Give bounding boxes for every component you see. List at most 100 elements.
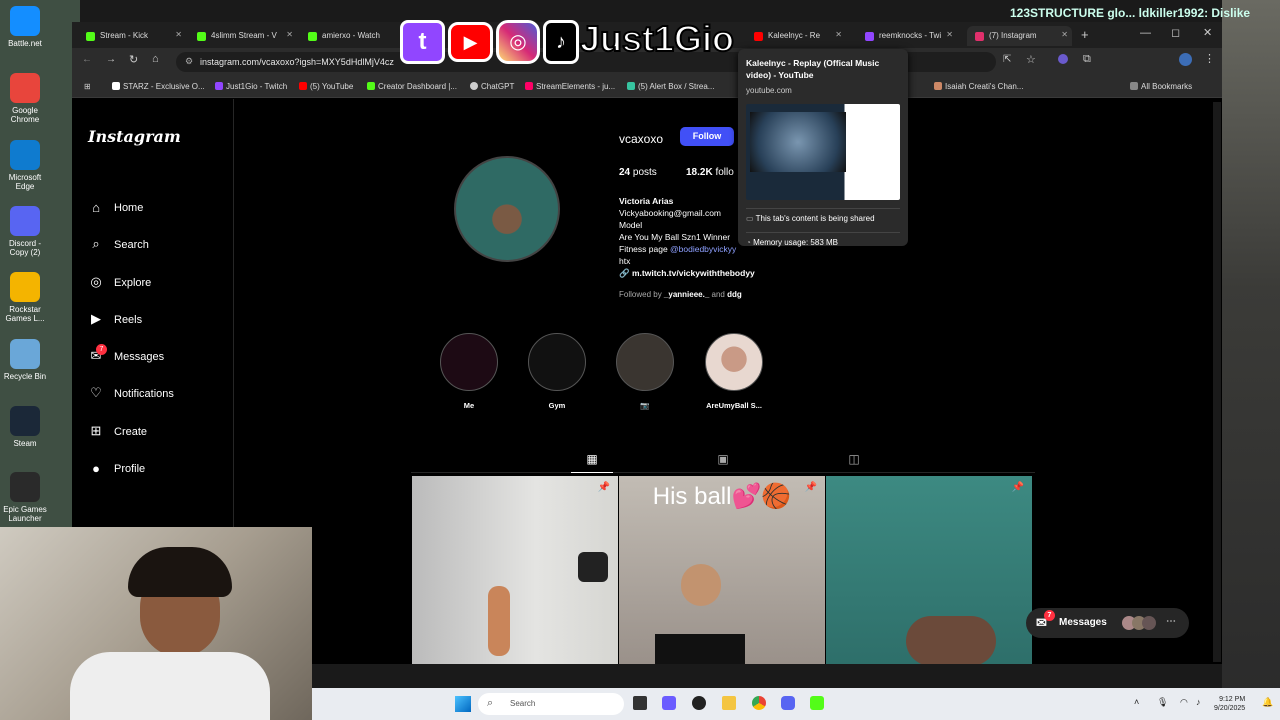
tab-kick-2[interactable]: 4slimm Stream - V ✕ bbox=[189, 26, 297, 46]
all-bookmarks[interactable]: All Bookmarks bbox=[1130, 82, 1192, 91]
cast-icon[interactable]: ⇱ bbox=[1003, 54, 1011, 65]
desktop-icon[interactable]: Battle.net bbox=[0, 6, 50, 48]
mic-icon[interactable]: 🎙 bbox=[1157, 697, 1168, 708]
youtube-icon: ▶ bbox=[448, 22, 493, 62]
pin-icon: 📌 bbox=[597, 482, 610, 493]
tab-kick-1[interactable]: Stream - Kick ✕ bbox=[78, 26, 186, 46]
maximize-button[interactable]: ◻ bbox=[1171, 26, 1180, 39]
desktop-icon[interactable]: Epic Games Launcher bbox=[0, 472, 50, 523]
tab-youtube[interactable]: Kaleelnyc - Re ✕ bbox=[746, 26, 846, 46]
desktop-icon[interactable]: Discord - Copy (2) bbox=[0, 206, 50, 257]
profile-avatar-large[interactable] bbox=[454, 156, 560, 262]
chrome-icon[interactable] bbox=[752, 696, 766, 710]
fitness-link[interactable]: @bodiedbyvickyy bbox=[670, 244, 736, 254]
app-icon bbox=[10, 472, 40, 502]
close-icon[interactable]: ✕ bbox=[946, 30, 953, 39]
post-caption: His ball💕🏀 bbox=[652, 483, 792, 510]
apps-icon[interactable]: ⊞ bbox=[84, 82, 91, 91]
close-window-button[interactable]: ✕ bbox=[1203, 26, 1212, 39]
nav-messages[interactable]: ✉ 7 Messages bbox=[86, 344, 226, 372]
nav-home[interactable]: ⌂ Home bbox=[86, 195, 226, 223]
close-icon[interactable]: ✕ bbox=[835, 30, 842, 39]
bookmark-item[interactable]: STARZ - Exclusive O... bbox=[112, 82, 205, 91]
extension-icon[interactable] bbox=[1058, 54, 1068, 64]
tab-instagram[interactable]: (7) Instagram ✕ bbox=[967, 26, 1072, 46]
star-icon[interactable]: ☆ bbox=[1026, 53, 1036, 66]
bookmark-item[interactable]: Just1Gio - Twitch bbox=[215, 82, 287, 91]
hover-card-preview bbox=[746, 104, 900, 200]
wifi-icon[interactable]: ◠ bbox=[1180, 697, 1188, 708]
close-icon[interactable]: ✕ bbox=[175, 30, 182, 39]
followers-count[interactable]: 18.2K follo bbox=[686, 167, 734, 178]
discord-icon[interactable] bbox=[781, 696, 795, 710]
more-icon[interactable]: ⋯ bbox=[1166, 616, 1176, 627]
scrollbar[interactable] bbox=[1213, 102, 1221, 662]
highlight-areumyball[interactable]: AreUmyBall S... bbox=[702, 333, 766, 410]
post-2[interactable]: His ball💕🏀 📌 bbox=[619, 476, 825, 664]
nav-reels[interactable]: ▶ Reels bbox=[86, 307, 226, 335]
volume-icon[interactable]: ♪ bbox=[1196, 697, 1201, 707]
bookmark-item[interactable]: (5) YouTube bbox=[299, 82, 353, 91]
nav-explore[interactable]: ◎ Explore bbox=[86, 270, 226, 298]
reels-tab-icon[interactable]: ▣ bbox=[716, 452, 730, 466]
bookmark-item[interactable]: Creator Dashboard |... bbox=[367, 82, 457, 91]
task-view-icon[interactable] bbox=[633, 696, 647, 710]
highlight-camera[interactable]: 📷 bbox=[615, 333, 675, 410]
notification-bell-icon[interactable]: 🔔 bbox=[1262, 697, 1273, 708]
tab-title: reemknocks - Twi bbox=[879, 31, 942, 40]
channel-name: Just1Gio bbox=[579, 17, 735, 60]
tagged-icon[interactable]: ◫ bbox=[847, 452, 861, 466]
nav-profile[interactable]: ● Profile bbox=[86, 456, 226, 484]
close-icon[interactable]: ✕ bbox=[1061, 30, 1068, 39]
taskbar-search[interactable]: ⌕ Search bbox=[478, 693, 624, 715]
post-3[interactable]: 📌 bbox=[826, 476, 1032, 664]
desktop-icon[interactable]: Rockstar Games L... bbox=[0, 272, 50, 323]
explore-icon: ◎ bbox=[90, 274, 102, 289]
followed-by[interactable]: Followed by _yannieee._ and ddg bbox=[619, 289, 755, 301]
desktop-icon[interactable]: Recycle Bin bbox=[0, 339, 50, 381]
home-icon[interactable]: ⌂ bbox=[152, 53, 159, 65]
menu-icon[interactable]: ⋮ bbox=[1204, 52, 1215, 65]
taskbar-clock[interactable]: 9:12 PM 9/20/2025 bbox=[1214, 695, 1245, 713]
nav-create[interactable]: ⊞ Create bbox=[86, 419, 226, 447]
instagram-logo[interactable]: Instagram bbox=[88, 127, 181, 146]
kick-icon[interactable] bbox=[810, 696, 824, 710]
profile-avatar[interactable] bbox=[1179, 53, 1192, 66]
follow-button[interactable]: Follow bbox=[680, 127, 734, 146]
messages-floating-button[interactable]: ✉ 7 Messages ⋯ bbox=[1026, 608, 1189, 638]
desktop-icon[interactable]: Microsoft Edge bbox=[0, 140, 50, 191]
minimize-button[interactable]: — bbox=[1140, 27, 1151, 39]
obs-icon[interactable] bbox=[692, 696, 706, 710]
new-tab-button[interactable]: + bbox=[1081, 27, 1089, 42]
bio-line: Model bbox=[619, 220, 643, 230]
post-1[interactable]: 📌 bbox=[412, 476, 618, 664]
tab-twitch[interactable]: reemknocks - Twi ✕ bbox=[857, 26, 957, 46]
highlight-gym[interactable]: Gym bbox=[527, 333, 587, 410]
site-info-icon[interactable]: ⚙ bbox=[185, 56, 193, 67]
post-figure bbox=[488, 586, 510, 656]
back-icon[interactable]: ← bbox=[82, 54, 92, 65]
desktop-icon[interactable]: Google Chrome bbox=[0, 73, 50, 124]
start-icon[interactable] bbox=[455, 696, 471, 712]
forward-icon[interactable]: → bbox=[106, 54, 116, 65]
nav-search[interactable]: ⌕ Search bbox=[86, 232, 226, 260]
bio-location: htx bbox=[619, 256, 631, 266]
reload-icon[interactable]: ↻ bbox=[129, 53, 138, 66]
bookmark-item[interactable]: StreamElements - ju... bbox=[525, 82, 615, 91]
close-icon[interactable]: ✕ bbox=[286, 30, 293, 39]
copilot-icon[interactable] bbox=[662, 696, 676, 710]
bookmark-item[interactable]: Isaiah Creati's Chan... bbox=[934, 82, 1023, 91]
puzzle-icon[interactable]: ⧉ bbox=[1083, 53, 1091, 66]
tab-kick-3[interactable]: amierxo - Watch bbox=[300, 26, 390, 46]
nav-notifications[interactable]: ♡ Notifications bbox=[86, 381, 226, 409]
bookmark-item[interactable]: ChatGPT bbox=[470, 82, 514, 91]
highlight-me[interactable]: Me bbox=[439, 333, 499, 410]
grid-icon[interactable]: ▦ bbox=[585, 452, 599, 466]
tray-chevron-icon[interactable]: ˄ bbox=[1134, 697, 1139, 707]
bookmark-item[interactable]: (5) Alert Box / Strea... bbox=[627, 82, 714, 91]
bio-line: Are You My Ball Szn1 Winner bbox=[619, 232, 731, 242]
post-shirt bbox=[655, 634, 745, 664]
file-explorer-icon[interactable] bbox=[722, 696, 736, 710]
desktop-icon[interactable]: Steam bbox=[0, 406, 50, 448]
bio-link[interactable]: 🔗 m.twitch.tv/vickywiththebodyy bbox=[619, 267, 755, 279]
